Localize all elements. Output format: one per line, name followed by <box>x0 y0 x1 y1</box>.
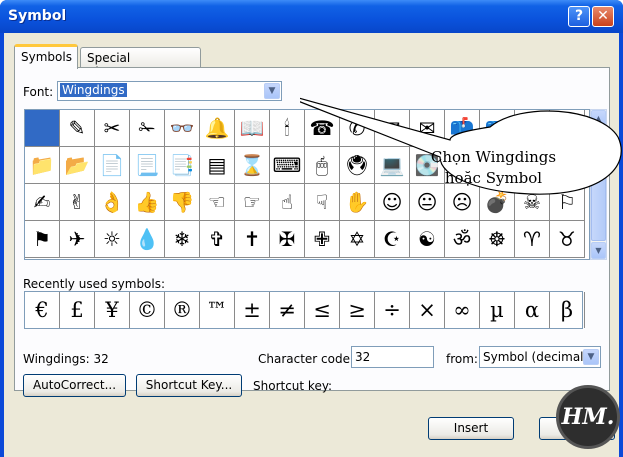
dialog-title: Symbol <box>8 8 67 24</box>
autocorrect-button[interactable]: AutoCorrect... <box>23 374 126 397</box>
symbol-cell[interactable]: ⌛ <box>235 147 270 184</box>
symbol-cell[interactable]: 👎 <box>165 184 200 221</box>
font-select-value: Wingdings <box>60 83 127 97</box>
recent-symbol-cell[interactable]: € <box>25 292 60 328</box>
symbol-cell[interactable]: ✂ <box>95 110 130 147</box>
recent-symbols-label: Recently used symbols: <box>23 277 166 291</box>
callout-line-2: hoặc Symbol <box>444 169 543 187</box>
recent-symbols-row[interactable]: € £ ¥ © ® ™ ± ≠ ≤ ≥ ÷ × ∞ µ α β <box>24 291 585 329</box>
symbol-cell[interactable]: 📑 <box>165 147 200 184</box>
recent-symbol-cell[interactable]: × <box>410 292 445 328</box>
symbol-cell[interactable]: ▤ <box>200 147 235 184</box>
recent-symbol-cell[interactable]: ¥ <box>95 292 130 328</box>
from-label: from: <box>446 352 478 366</box>
recent-symbol-cell[interactable]: µ <box>480 292 515 328</box>
recent-symbol-cell[interactable]: © <box>130 292 165 328</box>
recent-symbol-cell[interactable]: ÷ <box>375 292 410 328</box>
font-label: Font: <box>23 85 54 99</box>
tab-symbols[interactable]: Symbols <box>14 44 78 69</box>
tab-symbols-label: Symbols <box>21 50 72 64</box>
symbol-cell[interactable]: 📖 <box>235 110 270 147</box>
symbol-cell[interactable]: ✞ <box>200 221 235 258</box>
close-button[interactable]: ✕ <box>592 6 614 27</box>
symbol-cell[interactable]: ✝ <box>235 221 270 258</box>
recent-symbol-cell[interactable]: α <box>515 292 550 328</box>
font-code-text: Wingdings: 32 <box>23 352 109 366</box>
recent-symbol-cell[interactable]: ™ <box>200 292 235 328</box>
scroll-down-icon[interactable]: ▼ <box>591 242 606 259</box>
shortcut-key-button[interactable]: Shortcut Key... <box>136 374 242 397</box>
symbol-cell[interactable]: ☼ <box>95 221 130 258</box>
recent-symbol-cell[interactable]: ≥ <box>340 292 375 328</box>
symbol-cell[interactable]: ✈ <box>60 221 95 258</box>
symbol-cell[interactable]: ☜ <box>200 184 235 221</box>
recent-symbol-cell[interactable]: ± <box>235 292 270 328</box>
symbol-cell[interactable]: 👍 <box>130 184 165 221</box>
symbol-cell[interactable]: ✎ <box>60 110 95 147</box>
symbol-cell[interactable]: 📃 <box>130 147 165 184</box>
recent-symbol-cell[interactable]: ≤ <box>305 292 340 328</box>
symbol-cell[interactable] <box>25 110 60 147</box>
character-code-input[interactable]: 32 <box>351 346 434 368</box>
recent-symbol-cell[interactable]: β <box>550 292 585 328</box>
recent-symbol-cell[interactable]: ≠ <box>270 292 305 328</box>
symbol-cell[interactable]: ✁ <box>130 110 165 147</box>
character-code-label: Character code: <box>258 352 355 366</box>
symbol-cell[interactable]: ☞ <box>235 184 270 221</box>
tab-special-characters[interactable]: Special Characters <box>80 47 201 79</box>
callout-line-1: Chọn Wingdings <box>430 148 557 166</box>
recent-symbol-cell[interactable]: £ <box>60 292 95 328</box>
insert-button[interactable]: Insert <box>428 417 514 440</box>
symbol-cell[interactable]: ⚑ <box>25 221 60 258</box>
symbol-cell[interactable]: 📄 <box>95 147 130 184</box>
callout-text: Chọn Wingdings hoặc Symbol <box>416 147 571 189</box>
watermark-logo: HM. <box>556 385 620 449</box>
symbol-cell[interactable]: 💧 <box>130 221 165 258</box>
symbol-cell[interactable]: 👓 <box>165 110 200 147</box>
symbol-cell[interactable]: 📁 <box>25 147 60 184</box>
chevron-down-icon[interactable]: ▼ <box>583 349 599 365</box>
from-select[interactable]: Symbol (decimal) ▼ <box>479 346 601 368</box>
symbol-cell[interactable]: ❄ <box>165 221 200 258</box>
font-select[interactable]: Wingdings ▼ <box>57 81 282 101</box>
symbol-cell[interactable]: 👌 <box>95 184 130 221</box>
recent-symbol-cell[interactable]: ® <box>165 292 200 328</box>
symbol-cell[interactable]: ✌ <box>60 184 95 221</box>
from-select-value: Symbol (decimal) <box>483 350 589 364</box>
title-bar[interactable]: Symbol ? ✕ <box>0 0 623 33</box>
help-button[interactable]: ? <box>568 6 590 27</box>
symbol-cell[interactable]: 📂 <box>60 147 95 184</box>
symbol-cell[interactable]: ✍ <box>25 184 60 221</box>
symbol-cell[interactable]: 🔔 <box>200 110 235 147</box>
shortcut-key-label: Shortcut key: <box>253 379 333 393</box>
symbol-dialog: Symbol ? ✕ Symbols Special Characters Fo… <box>0 0 623 457</box>
recent-symbol-cell[interactable]: ∞ <box>445 292 480 328</box>
chevron-down-icon[interactable]: ▼ <box>264 83 280 99</box>
